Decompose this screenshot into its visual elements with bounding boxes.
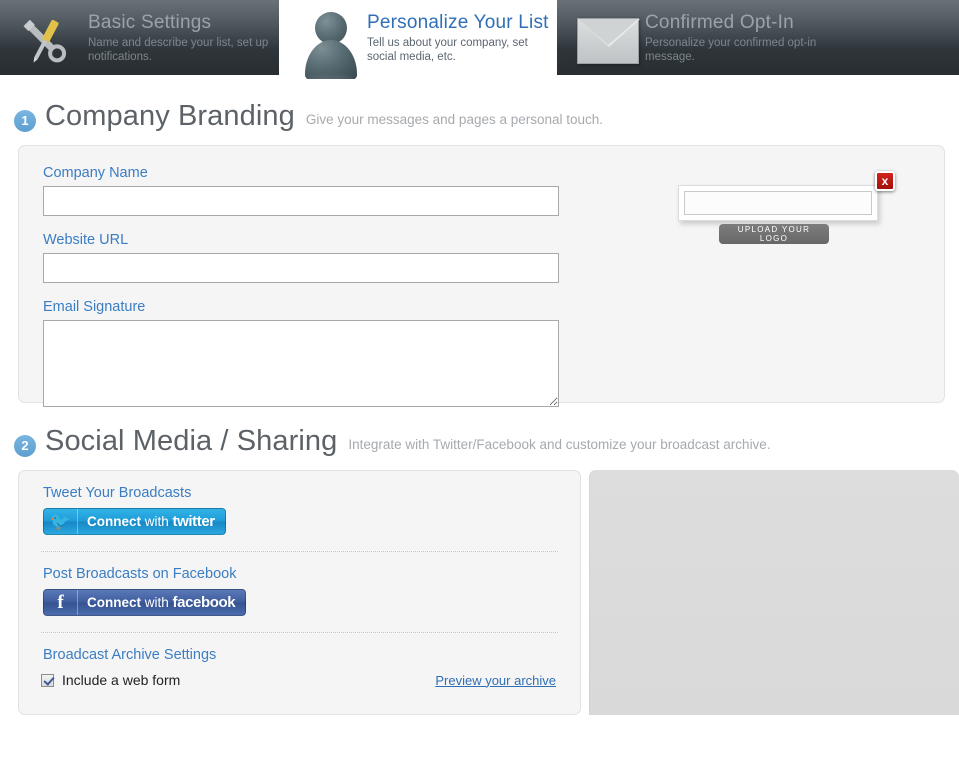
tab-confirmed-text: Confirmed Opt-In Personalize your confir… [645, 8, 845, 64]
section-header-social: 2 Social Media / Sharing Integrate with … [0, 425, 959, 458]
connect-twitter-label: Connect with twitter [78, 513, 225, 530]
connect-prefix: Connect [87, 595, 141, 610]
tab-title: Basic Settings [88, 12, 212, 33]
divider [41, 632, 558, 633]
email-signature-label: Email Signature [43, 299, 146, 315]
tab-subtitle: Name and describe your list, set up noti… [88, 37, 269, 63]
section-subtitle-social: Integrate with Twitter/Facebook and cust… [348, 437, 771, 452]
upload-logo-button[interactable]: Upload your logo [719, 224, 829, 244]
section-title-social: Social Media / Sharing [45, 425, 338, 457]
section-subtitle: Give your messages and pages a personal … [305, 112, 604, 127]
tweet-broadcasts-label: Tweet Your Broadcasts [43, 485, 192, 501]
tab-subtitle: Personalize your confirmed opt-in messag… [645, 37, 817, 63]
tab-confirmed-opt-in[interactable]: Confirmed Opt-In Personalize your confir… [557, 0, 959, 75]
branding-panel: Company Name Website URL Email Signature… [18, 145, 945, 407]
email-signature-textarea[interactable] [43, 320, 559, 407]
main-content: 1 Company Branding Give your messages an… [0, 100, 959, 715]
preview-archive-link[interactable]: Preview your archive [435, 673, 556, 688]
person-body [305, 40, 357, 79]
logo-filename-field[interactable] [684, 191, 872, 215]
envelope-icon [571, 8, 645, 74]
company-name-label: Company Name [43, 165, 148, 181]
post-facebook-label: Post Broadcasts on Facebook [43, 566, 237, 582]
broadcast-archive-label: Broadcast Archive Settings [43, 647, 217, 663]
person-icon-shape [301, 10, 361, 79]
connect-with-word: with [144, 595, 169, 610]
include-web-form-group: Include a web form [41, 672, 180, 688]
person-icon [293, 8, 367, 79]
twitter-bird-icon: 🐦 [44, 509, 78, 534]
page-title: Company Branding [45, 100, 295, 132]
archive-preview-panel [589, 470, 959, 715]
tools-icon [14, 8, 88, 74]
tab-subtitle: Tell us about your company, set social m… [367, 37, 528, 63]
person-shadow [307, 76, 355, 79]
include-web-form-checkbox[interactable] [41, 673, 54, 687]
step-badge-1: 1 [14, 109, 36, 132]
connect-with-twitter-button[interactable]: 🐦 Connect with twitter [43, 508, 226, 535]
remove-logo-button[interactable]: x [875, 171, 895, 191]
company-name-input[interactable] [43, 186, 559, 216]
tab-title: Personalize Your List [367, 12, 549, 33]
social-section: Tweet Your Broadcasts 🐦 Connect with twi… [18, 470, 959, 715]
facebook-brand-word: facebook [172, 594, 236, 611]
archive-options-row: Include a web form Preview your archive [41, 672, 558, 688]
envelope-icon-shape [577, 18, 640, 64]
facebook-f-icon: f [44, 590, 78, 615]
social-panel: Tweet Your Broadcasts 🐦 Connect with twi… [18, 470, 581, 715]
tools-icon-svg [23, 19, 67, 63]
tab-basic-settings-text: Basic Settings Name and describe your li… [88, 8, 279, 64]
include-web-form-label: Include a web form [62, 672, 181, 688]
tab-personalize-your-list[interactable]: Personalize Your List Tell us about your… [279, 0, 557, 79]
section-header-branding: 1 Company Branding Give your messages an… [0, 100, 959, 133]
logo-filename-box[interactable] [678, 185, 878, 221]
tab-basic-settings[interactable]: Basic Settings Name and describe your li… [0, 0, 279, 75]
website-url-input[interactable] [43, 253, 559, 283]
connect-prefix: Connect [87, 514, 141, 529]
step-badge-2: 2 [14, 434, 36, 457]
divider [41, 551, 558, 552]
connect-with-word: with [144, 514, 169, 529]
tab-personalize-text: Personalize Your List Tell us about your… [367, 8, 557, 64]
connect-with-facebook-button[interactable]: f Connect with facebook [43, 589, 247, 616]
connect-facebook-label: Connect with facebook [78, 594, 245, 611]
tab-title: Confirmed Opt-In [645, 12, 794, 33]
twitter-brand-word: twitter [172, 513, 216, 530]
wizard-tab-bar: Basic Settings Name and describe your li… [0, 0, 959, 79]
